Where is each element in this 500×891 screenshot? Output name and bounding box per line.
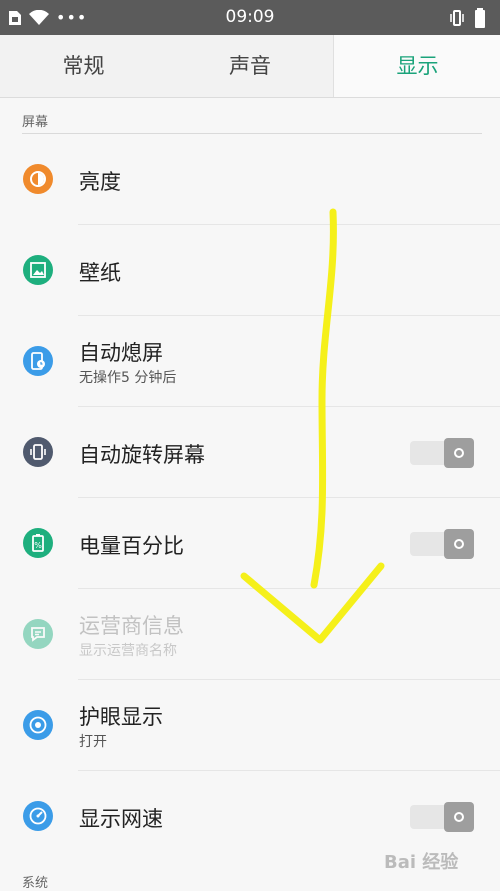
setting-label: 显示网速: [79, 807, 163, 831]
setting-label: 自动旋转屏幕: [79, 443, 205, 467]
watermark-logo: Bai 经验: [384, 852, 459, 873]
battery-icon: %: [23, 528, 53, 558]
status-right: [448, 7, 486, 29]
tab-sound[interactable]: 声音: [167, 35, 333, 97]
setting-screen-timeout[interactable]: 自动熄屏 无操作5 分钟后: [0, 316, 500, 407]
toggle-knob: [444, 802, 474, 832]
screen-timeout-icon: [23, 346, 53, 376]
setting-label: 电量百分比: [79, 534, 184, 558]
setting-label: 运营商信息: [79, 614, 184, 638]
tab-general[interactable]: 常规: [0, 35, 167, 97]
vibrate-icon: [450, 10, 464, 26]
clock: 09:09: [225, 7, 275, 27]
setting-summary: 显示运营商名称: [79, 643, 177, 659]
tab-display[interactable]: 显示: [333, 35, 500, 97]
setting-label: 护眼显示: [79, 705, 163, 729]
rotate-icon: [23, 437, 53, 467]
section-title-system: 系统: [22, 876, 49, 891]
setting-label: 自动熄屏: [79, 341, 163, 365]
battery-percentage-toggle[interactable]: [410, 529, 474, 559]
svg-text:%: %: [34, 541, 42, 550]
setting-auto-rotate[interactable]: 自动旋转屏幕: [0, 407, 500, 498]
setting-label: 亮度: [79, 170, 121, 194]
setting-label: 壁纸: [79, 261, 121, 285]
setting-carrier-info: 运营商信息 显示运营商名称: [0, 589, 500, 680]
auto-rotate-toggle[interactable]: [410, 438, 474, 468]
setting-eye-comfort[interactable]: 护眼显示 打开: [0, 680, 500, 771]
toggle-knob: [444, 438, 474, 468]
brightness-icon: [23, 164, 53, 194]
settings-tabs: 常规 声音 显示: [0, 35, 500, 98]
eye-icon: [23, 710, 53, 740]
section-title-screen: 屏幕: [22, 115, 49, 130]
battery-status-icon: [475, 8, 485, 28]
carrier-icon: [23, 619, 53, 649]
wallpaper-icon: [23, 255, 53, 285]
setting-summary: 打开: [79, 734, 107, 750]
status-bar: ••• 09:09: [0, 0, 500, 35]
toggle-knob: [444, 529, 474, 559]
setting-wallpaper[interactable]: 壁纸: [0, 225, 500, 316]
network-speed-toggle[interactable]: [410, 802, 474, 832]
setting-battery-percentage[interactable]: % 电量百分比: [0, 498, 500, 589]
setting-summary: 无操作5 分钟后: [79, 370, 177, 386]
speed-icon: [23, 801, 53, 831]
setting-brightness[interactable]: 亮度: [0, 134, 500, 225]
